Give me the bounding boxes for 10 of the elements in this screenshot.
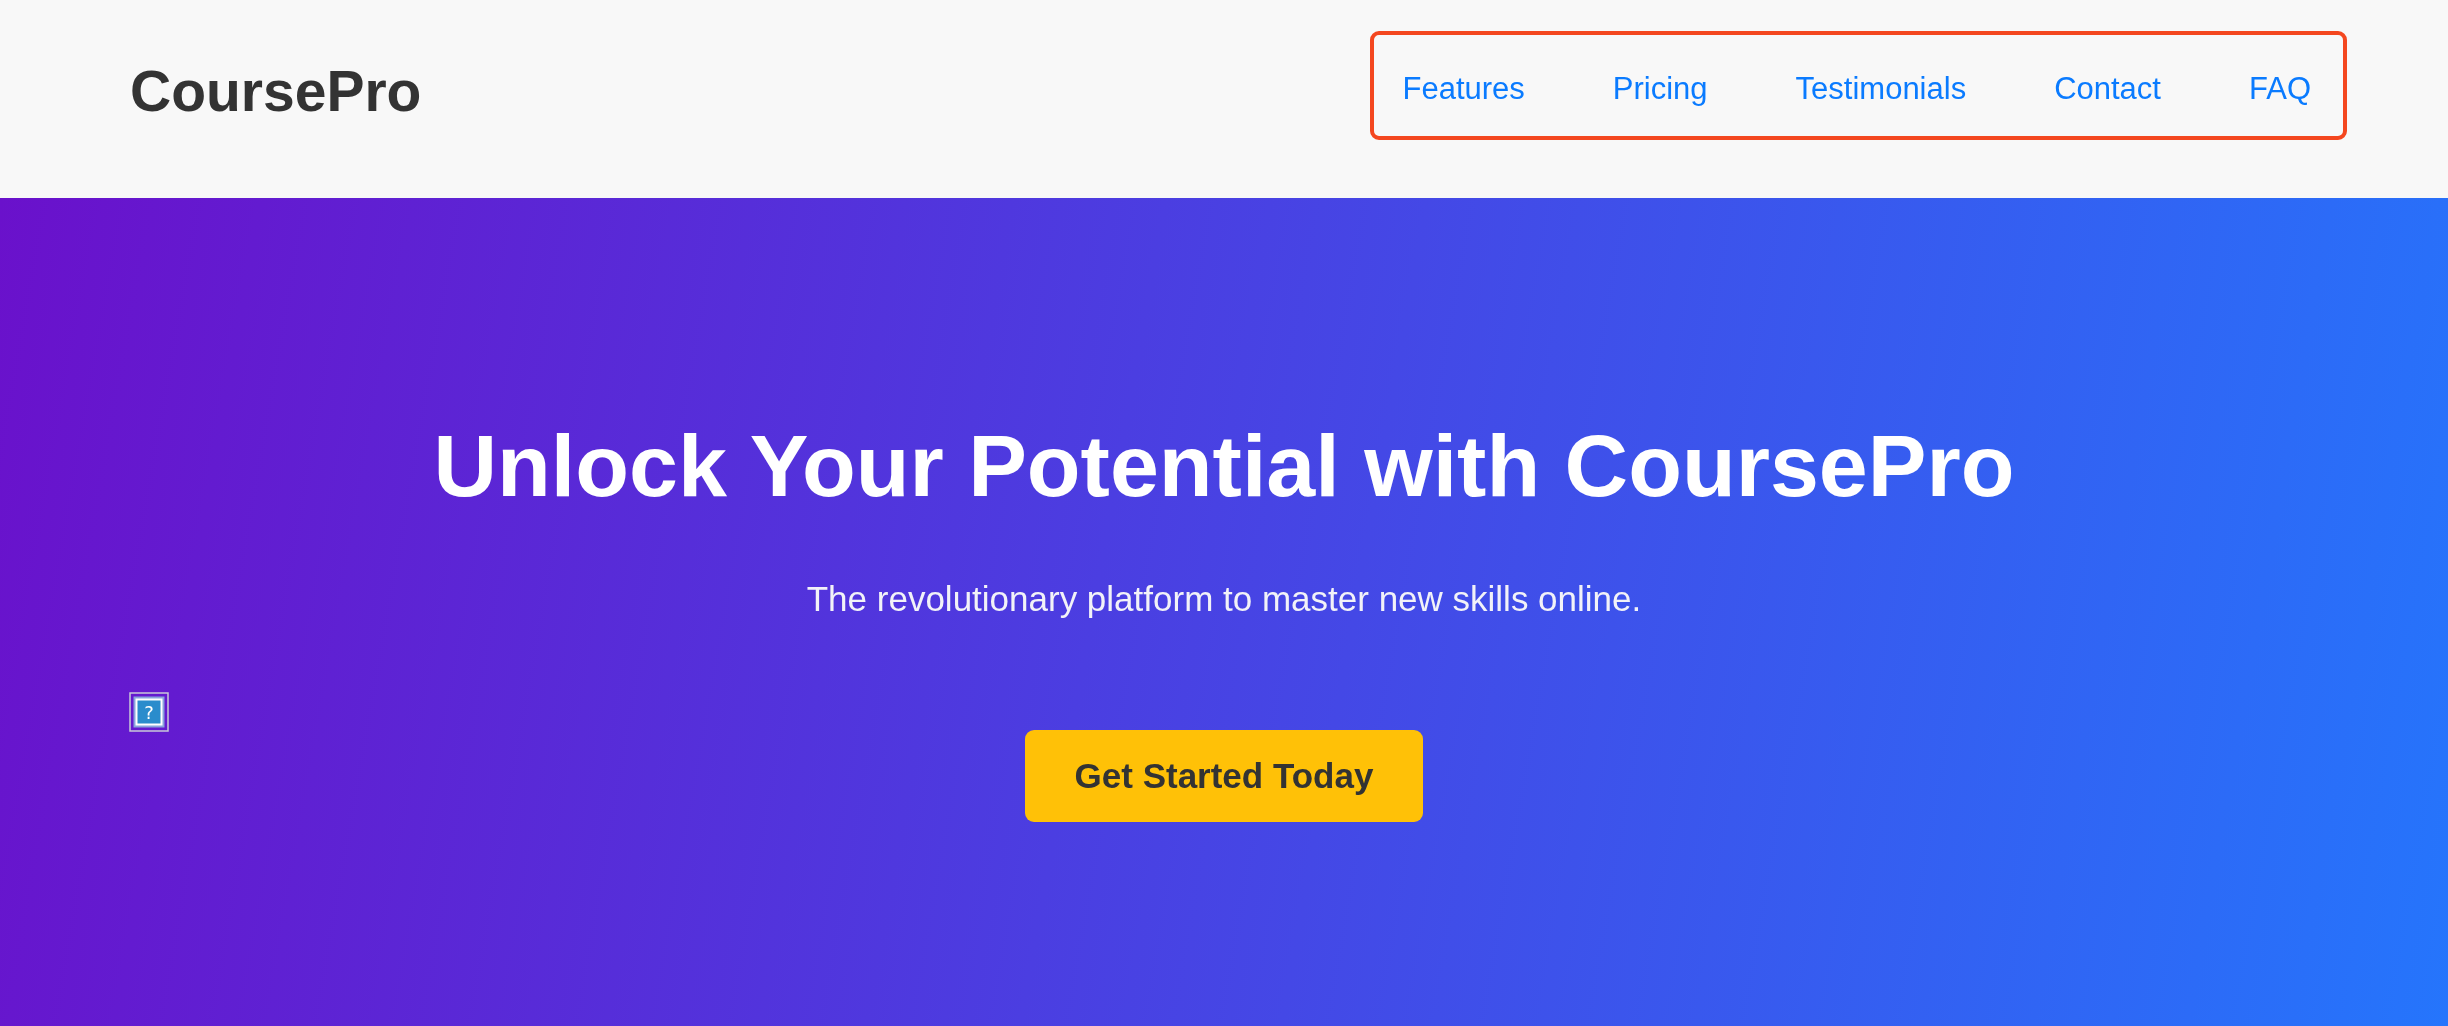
nav-link[interactable]: Pricing [1612,70,1708,107]
nav-link[interactable]: Features [1402,70,1525,107]
nav-link[interactable]: FAQ [2249,70,2311,107]
get-started-button[interactable]: Get Started Today [1024,729,1424,822]
nav-link[interactable]: Contact [2054,70,2161,107]
logo-text[interactable]: CoursePro [130,59,422,125]
broken-image-icon: ? [129,692,169,732]
hero-subtitle: The revolutionary platform to master new skills online. [806,577,1642,620]
hero-title: Unlock Your Potential with CoursePro [433,415,2015,517]
nav-link[interactable]: Testimonials [1795,70,1967,107]
